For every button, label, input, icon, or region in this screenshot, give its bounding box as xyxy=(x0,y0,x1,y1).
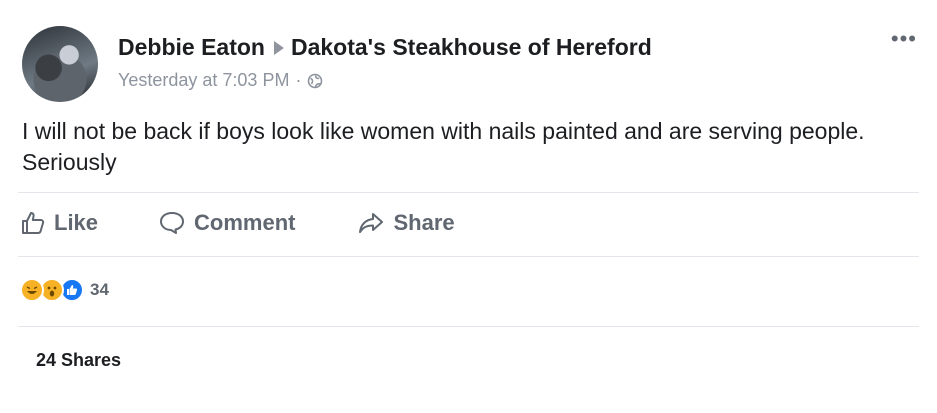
meta-separator: · xyxy=(295,70,302,90)
action-bar: Like Comment Share xyxy=(20,210,455,236)
divider xyxy=(18,192,919,193)
share-count[interactable]: 24 Shares xyxy=(36,350,121,371)
author-name[interactable]: Debbie Eaton xyxy=(118,34,265,61)
post-meta: Yesterday at 7:03 PM · xyxy=(118,70,652,91)
post-timestamp[interactable]: Yesterday at 7:03 PM xyxy=(118,70,289,91)
like-button[interactable]: Like xyxy=(20,210,98,236)
post-body-text: I will not be back if boys look like wom… xyxy=(22,118,865,175)
post-header: Debbie Eaton Dakota's Steakhouse of Here… xyxy=(22,26,652,102)
globe-icon[interactable] xyxy=(307,73,323,89)
share-label: Share xyxy=(393,210,455,235)
thumbs-up-icon xyxy=(22,212,45,234)
header-text: Debbie Eaton Dakota's Steakhouse of Here… xyxy=(118,34,652,91)
author-avatar[interactable] xyxy=(22,26,98,102)
like-label: Like xyxy=(54,210,99,235)
page-name[interactable]: Dakota's Steakhouse of Hereford xyxy=(291,34,652,61)
comment-button[interactable]: Comment xyxy=(158,210,295,236)
divider xyxy=(18,326,919,327)
arrow-right-icon xyxy=(273,40,284,55)
name-line: Debbie Eaton Dakota's Steakhouse of Here… xyxy=(118,34,652,61)
comment-label: Comment xyxy=(194,210,296,235)
more-options-icon[interactable]: ••• xyxy=(891,28,917,50)
share-button[interactable]: Share xyxy=(357,210,455,236)
haha-reaction-icon xyxy=(20,278,44,302)
reactions-summary[interactable]: 34 xyxy=(20,278,109,302)
divider xyxy=(18,256,919,257)
facebook-post: Debbie Eaton Dakota's Steakhouse of Here… xyxy=(0,0,937,413)
share-arrow-icon xyxy=(359,213,384,233)
comment-icon xyxy=(160,212,185,234)
reaction-count: 34 xyxy=(90,280,109,299)
